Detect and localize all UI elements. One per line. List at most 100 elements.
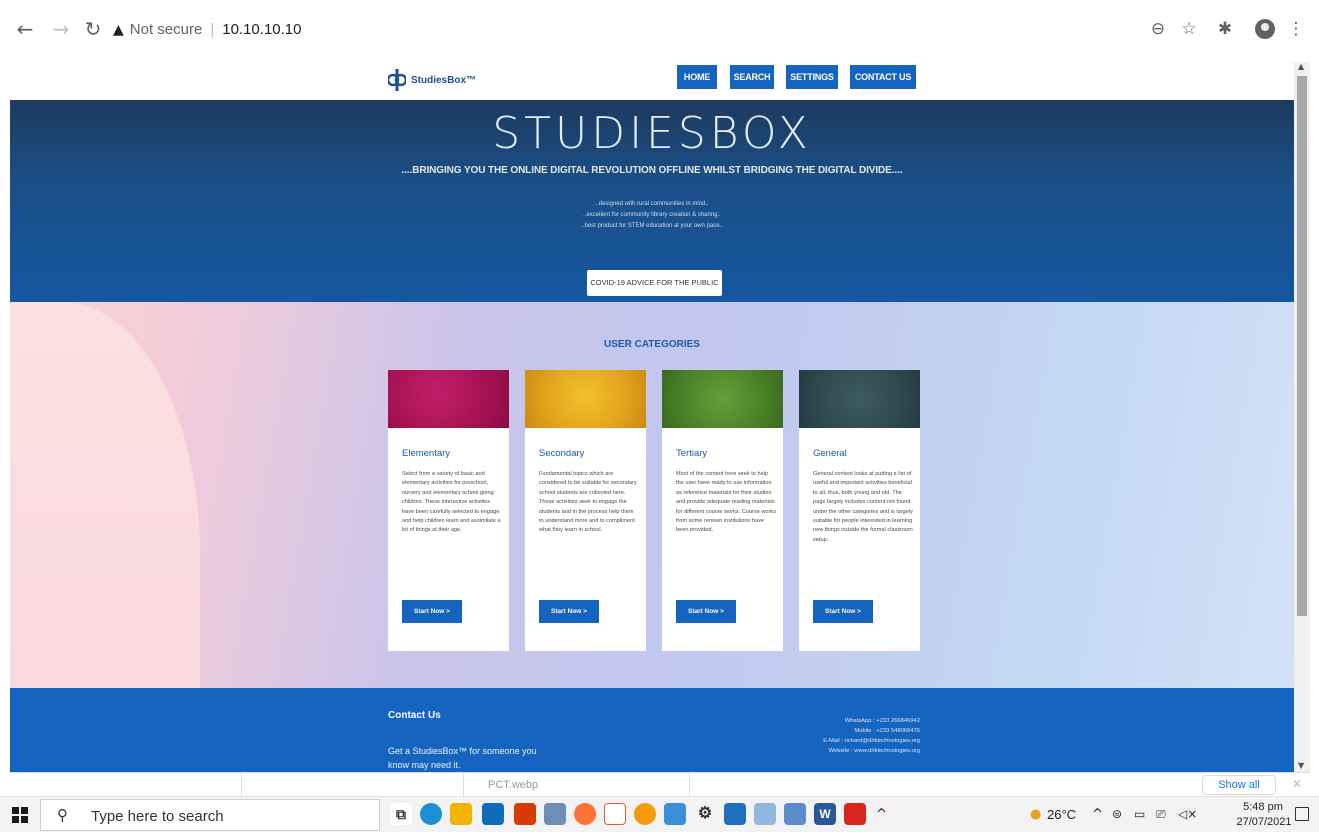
hero-section: STUDIESBOX ....BRINGING YOU THE ONLINE D… <box>10 100 1294 302</box>
profile-icon[interactable] <box>1255 19 1275 39</box>
card-title: Elementary <box>402 448 451 459</box>
file-explorer-icon[interactable] <box>450 803 472 825</box>
card-image <box>662 370 783 428</box>
card-image <box>799 370 920 428</box>
category-card-secondary: Secondary Fundamental topics which are c… <box>525 370 646 651</box>
card-description: Fundamental topics which are considered … <box>539 471 637 534</box>
category-card-tertiary: Tertiary Most of the content here seek t… <box>662 370 783 651</box>
volume-icon[interactable]: ◁× <box>1178 807 1197 821</box>
tray-expand-icon[interactable]: ^ <box>1092 807 1103 822</box>
firefox-icon[interactable] <box>574 803 596 825</box>
office-icon[interactable] <box>514 803 536 825</box>
card-description: General content looks at putting a list … <box>813 471 913 543</box>
contact-whatsapp: WhatsApp : +233 266846942 <box>844 718 920 724</box>
downloads-bar: PCT.webp Show all ✕ <box>10 772 1310 797</box>
notifications-icon[interactable] <box>1295 807 1309 821</box>
back-icon[interactable]: ← <box>14 18 36 40</box>
start-now-button[interactable]: Start Now > <box>676 600 736 623</box>
decorative-shape <box>10 302 200 688</box>
nav-home[interactable]: HOME <box>677 65 717 89</box>
forward-icon[interactable]: → <box>50 18 72 40</box>
page-scrollbar[interactable]: ▲ ▼ <box>1294 62 1310 772</box>
nav-contact-us[interactable]: CONTACT US <box>850 65 916 89</box>
settings-gear-icon[interactable]: ⚙ <box>694 803 716 825</box>
start-now-button[interactable]: Start Now > <box>539 600 599 623</box>
snip-sketch-icon[interactable] <box>784 803 806 825</box>
hero-line: ..excellent for community library creati… <box>583 212 721 218</box>
zoom-icon[interactable]: ⊖ <box>1147 19 1169 39</box>
section-heading: USER CATEGORIES <box>604 339 700 350</box>
pdf-icon[interactable] <box>844 803 866 825</box>
meet-now-icon[interactable]: ⊜ <box>1112 807 1122 821</box>
card-title: Secondary <box>539 448 585 459</box>
word-icon[interactable]: W <box>814 803 836 825</box>
card-title: General <box>813 448 847 459</box>
image-viewer-icon[interactable] <box>724 803 746 825</box>
scroll-thumb[interactable] <box>1297 76 1307 616</box>
contact-heading: Contact Us <box>388 710 441 721</box>
download-item[interactable] <box>242 773 464 797</box>
snipping-tool-icon[interactable] <box>604 803 626 825</box>
photos-icon[interactable] <box>664 803 686 825</box>
download-item[interactable] <box>10 773 242 797</box>
card-image <box>525 370 646 428</box>
download-item-pct[interactable]: PCT.webp <box>464 773 690 797</box>
reload-icon[interactable]: ↻ <box>82 18 104 40</box>
search-placeholder: Type here to search <box>91 808 224 825</box>
contact-mobile: Mobile : +233 548066476 <box>854 728 920 734</box>
start-now-button[interactable]: Start Now > <box>813 600 873 623</box>
mail-icon[interactable] <box>482 803 504 825</box>
hidden-icons-icon[interactable]: ^ <box>876 807 887 822</box>
logo-text: StudiesBox™ <box>411 74 477 86</box>
covid-advice-button[interactable]: COVID-19 ADVICE FOR THE PUBLIC <box>587 270 722 296</box>
address-bar[interactable]: ▲ Not secure | 10.10.10.10 <box>113 15 1173 45</box>
close-icon[interactable]: ✕ <box>1292 777 1302 791</box>
task-view-icon[interactable]: ⧉ <box>390 803 412 825</box>
contact-email[interactable]: E-Mail : richard@driktechnologies.org <box>823 738 920 744</box>
paint-icon[interactable] <box>754 803 776 825</box>
menu-icon[interactable]: ⋮ <box>1285 19 1307 39</box>
taskbar-search[interactable]: ⚲ Type here to search <box>40 799 380 831</box>
card-description: Most of the content here seek to help th… <box>676 471 776 534</box>
security-label[interactable]: Not secure <box>130 21 203 38</box>
network-app-icon[interactable] <box>544 803 566 825</box>
scroll-up-icon[interactable]: ▲ <box>1298 62 1304 71</box>
card-title: Tertiary <box>676 448 708 459</box>
windows-start-icon[interactable] <box>12 807 28 823</box>
promo-text: Get a StudiesBox™ for someone you know m… <box>388 746 537 770</box>
site-footer: Contact Us Get a StudiesBox™ for someone… <box>10 688 1294 772</box>
nav-search[interactable]: SEARCH <box>730 65 774 89</box>
network-icon[interactable]: ⎚ <box>1156 807 1166 822</box>
hero-line: ..best product for STEM education at you… <box>581 223 723 229</box>
search-icon: ⚲ <box>57 806 68 824</box>
battery-icon[interactable]: ▭ <box>1134 807 1145 821</box>
card-description: Select from a variety of basic and eleme… <box>402 471 501 534</box>
browser-toolbar: ← → ↻ ▲ Not secure | 10.10.10.10 ⊖ ☆ ✱ ⋮ <box>0 0 1319 62</box>
url-text[interactable]: 10.10.10.10 <box>222 21 301 38</box>
show-all-button[interactable]: Show all <box>1202 775 1276 795</box>
clock-time[interactable]: 5:48 pm <box>1238 801 1288 813</box>
extensions-icon[interactable]: ✱ <box>1214 19 1236 39</box>
site-logo[interactable]: StudiesBox™ <box>388 67 476 93</box>
weather-temp[interactable]: 26°C <box>1047 807 1076 822</box>
hero-tagline: ....BRINGING YOU THE ONLINE DIGITAL REVO… <box>401 165 903 176</box>
chrome-icon[interactable] <box>634 803 656 825</box>
windows-taskbar: ⚲ Type here to search ⧉ ⚙ W ^ ● 26°C ^ ⊜… <box>0 796 1319 832</box>
nav-settings[interactable]: SETTINGS <box>786 65 838 89</box>
weather-icon[interactable]: ● <box>1030 807 1041 822</box>
logo-icon <box>388 69 406 91</box>
start-now-button[interactable]: Start Now > <box>402 600 462 623</box>
bookmark-star-icon[interactable]: ☆ <box>1178 19 1200 39</box>
scroll-down-icon[interactable]: ▼ <box>1298 761 1304 770</box>
warning-icon[interactable]: ▲ <box>113 22 124 38</box>
clock-date[interactable]: 27/07/2021 <box>1234 816 1294 828</box>
card-image <box>388 370 509 428</box>
hero-title: STUDIESBOX <box>492 108 812 159</box>
category-card-elementary: Elementary Select from a variety of basi… <box>388 370 509 651</box>
page-viewport: StudiesBox™ HOME SEARCH SETTINGS CONTACT… <box>10 62 1294 772</box>
contact-website[interactable]: Website : www.driktechnologies.org <box>829 748 920 754</box>
site-header: StudiesBox™ HOME SEARCH SETTINGS CONTACT… <box>10 62 1294 100</box>
hero-line: ..designed with rural communities in min… <box>595 201 709 207</box>
edge-icon[interactable] <box>420 803 442 825</box>
user-categories-section: USER CATEGORIES Elementary Select from a… <box>10 302 1294 688</box>
